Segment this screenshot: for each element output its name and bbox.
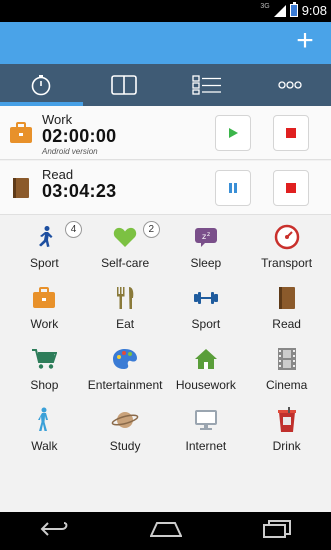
- runner-icon: [30, 224, 58, 250]
- planet-icon: [111, 407, 139, 433]
- activity-label: Read: [272, 317, 301, 331]
- home-icon: [149, 521, 184, 537]
- briefcase-icon: [30, 285, 58, 311]
- tracker-time: 03:04:23: [42, 181, 117, 201]
- activity-study[interactable]: Study: [85, 401, 166, 462]
- activity-sport-2[interactable]: Sport: [166, 279, 247, 340]
- activity-read[interactable]: Read: [246, 279, 327, 340]
- activity-label: Work: [30, 317, 59, 331]
- play-button[interactable]: [215, 115, 251, 151]
- svg-text:z: z: [202, 232, 206, 241]
- activity-label: Drink: [272, 439, 301, 453]
- pause-button[interactable]: [215, 170, 251, 206]
- activity-label: Self-care: [101, 256, 150, 270]
- palette-icon: [111, 346, 139, 372]
- activity-internet[interactable]: Internet: [166, 401, 247, 462]
- recents-icon: [262, 519, 291, 538]
- activity-cinema[interactable]: Cinema: [246, 340, 327, 401]
- status-bar: 3G 9:08: [0, 0, 331, 22]
- stop-icon: [286, 128, 296, 138]
- activity-eat[interactable]: Eat: [85, 279, 166, 340]
- stop-icon: [286, 183, 296, 193]
- dumbbell-icon: [192, 285, 220, 311]
- cart-icon: [30, 346, 58, 372]
- tracker-row-work[interactable]: Work 02:00:00 Android version: [0, 106, 331, 160]
- house-icon: [192, 346, 220, 372]
- back-icon: [40, 521, 68, 536]
- tab-timer[interactable]: [0, 64, 83, 106]
- stop-button[interactable]: [273, 115, 309, 151]
- recents-button[interactable]: [262, 519, 291, 543]
- tracker-name: Work: [42, 112, 73, 127]
- stopwatch-icon: [32, 75, 51, 96]
- back-button[interactable]: [40, 521, 70, 542]
- activity-housework[interactable]: Housework: [166, 340, 247, 401]
- play-icon: [229, 128, 238, 138]
- activity-label: Internet: [185, 439, 227, 453]
- tracker-row-read[interactable]: Read 03:04:23: [0, 161, 331, 215]
- tab-list[interactable]: [166, 64, 249, 106]
- activity-label: Sport: [30, 256, 59, 270]
- book-icon: [273, 285, 301, 311]
- activity-label: Walk: [31, 439, 58, 453]
- pause-icon: [229, 183, 237, 193]
- tab-more[interactable]: [248, 64, 331, 106]
- tab-bar: [0, 64, 331, 106]
- activity-label: Eat: [116, 317, 135, 331]
- monitor-icon: [192, 407, 220, 433]
- stop-button[interactable]: [273, 170, 309, 206]
- activity-count-badge: 4: [65, 221, 82, 238]
- briefcase-icon: [10, 122, 32, 143]
- app-screen: 3G 9:08 + Work 02:00:00 Android version …: [0, 0, 331, 550]
- battery-icon: [289, 2, 298, 17]
- activity-shop[interactable]: Shop: [4, 340, 85, 401]
- activity-label: Transport: [261, 256, 313, 270]
- list-icon: [192, 75, 221, 95]
- activity-label: Housework: [175, 378, 236, 392]
- activity-sleep[interactable]: zz Sleep: [166, 218, 247, 279]
- tracker-name: Read: [42, 167, 74, 182]
- activity-work[interactable]: Work: [4, 279, 85, 340]
- network-label: 3G: [260, 3, 270, 10]
- book-icon: [111, 75, 137, 95]
- home-button[interactable]: [149, 521, 184, 542]
- walker-icon: [30, 407, 58, 433]
- activity-sport[interactable]: 4 Sport: [4, 218, 85, 279]
- activity-count-badge: 2: [142, 221, 160, 238]
- activity-label: Study: [109, 439, 141, 453]
- activity-label: Cinema: [265, 378, 308, 392]
- status-time: 9:08: [301, 3, 327, 18]
- activity-label: Shop: [30, 378, 59, 392]
- activity-label: Sleep: [190, 256, 222, 270]
- system-nav-bar: [0, 512, 331, 550]
- activity-drink[interactable]: Drink: [246, 401, 327, 462]
- action-bar: +: [0, 22, 331, 64]
- activity-self-care[interactable]: 2 Self-care: [85, 218, 166, 279]
- activity-transport[interactable]: Transport: [246, 218, 327, 279]
- drink-icon: [273, 407, 301, 433]
- activity-grid: 4 Sport 2 Self-care zz Sleep Transport W…: [4, 218, 327, 468]
- film-icon: [273, 346, 301, 372]
- tracker-note: Android version: [42, 147, 98, 156]
- heart-icon: [111, 224, 139, 250]
- book-icon: [13, 178, 29, 198]
- gauge-icon: [273, 224, 301, 250]
- activity-label: Sport: [191, 317, 221, 331]
- tab-journal[interactable]: [83, 64, 166, 106]
- sleep-icon: zz: [192, 224, 220, 250]
- more-icon: [277, 81, 302, 89]
- fork-knife-icon: [111, 285, 139, 311]
- activity-entertainment[interactable]: Entertainment: [85, 340, 166, 401]
- tracker-time: 02:00:00: [42, 126, 117, 146]
- signal-icon: [273, 4, 286, 17]
- add-button[interactable]: +: [289, 26, 321, 58]
- activity-label: Entertainment: [87, 378, 163, 392]
- svg-text:z: z: [207, 231, 210, 238]
- activity-walk[interactable]: Walk: [4, 401, 85, 462]
